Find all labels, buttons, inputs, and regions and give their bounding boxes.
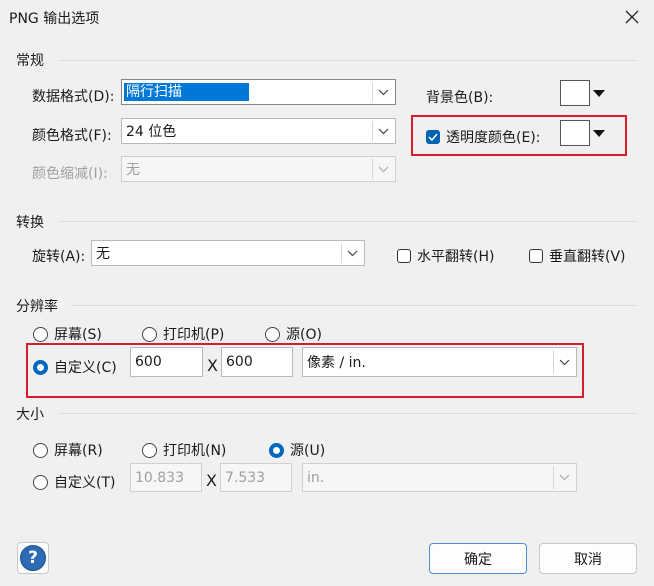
- divider: [58, 221, 638, 222]
- size-printer-radio[interactable]: [142, 442, 157, 458]
- size-custom-radio[interactable]: [33, 474, 48, 490]
- size-printer-option[interactable]: 打印机(N): [142, 440, 226, 460]
- section-size-title: 大小: [16, 407, 44, 423]
- dropdown-arrow-icon[interactable]: [590, 120, 608, 146]
- color-reduce-label: 颜色缩减(I):: [32, 166, 108, 182]
- rotate-value: 无: [96, 246, 110, 262]
- size-source-radio[interactable]: [269, 442, 284, 458]
- transparent-color-checkbox[interactable]: [426, 130, 440, 144]
- size-height-input[interactable]: 7.533: [220, 463, 292, 492]
- section-general-title: 常规: [16, 53, 44, 69]
- resolution-screen-label: 屏幕(S): [54, 327, 102, 343]
- background-color-picker[interactable]: [560, 80, 608, 106]
- close-button[interactable]: [620, 5, 644, 29]
- transparent-color-label: 透明度颜色(E):: [446, 130, 541, 146]
- resolution-x-separator: X: [207, 356, 218, 375]
- resolution-printer-option[interactable]: 打印机(P): [142, 324, 224, 344]
- size-unit-value: in.: [307, 469, 325, 486]
- resolution-unit-value: 像素 / in.: [307, 355, 366, 371]
- data-format-value: 隔行扫描: [124, 83, 249, 101]
- resolution-custom-option[interactable]: 自定义(C): [33, 357, 117, 377]
- chevron-down-icon: [553, 466, 575, 489]
- dropdown-arrow-icon[interactable]: [590, 80, 608, 106]
- resolution-screen-radio[interactable]: [33, 326, 48, 342]
- transparent-color-swatch[interactable]: [560, 120, 590, 146]
- close-icon: [625, 10, 639, 24]
- flip-horizontal-checkbox[interactable]: [397, 249, 411, 263]
- chevron-down-icon[interactable]: [553, 350, 575, 374]
- background-color-label: 背景色(B):: [426, 90, 494, 106]
- color-format-select[interactable]: 24 位色: [121, 118, 396, 144]
- ok-button[interactable]: 确定: [429, 543, 527, 574]
- size-source-option[interactable]: 源(U): [269, 440, 325, 460]
- size-x-separator: X: [206, 471, 217, 490]
- section-resolution-title: 分辨率: [16, 299, 58, 315]
- flip-vertical-checkbox[interactable]: [529, 249, 543, 263]
- background-color-swatch[interactable]: [560, 80, 590, 106]
- resolution-printer-label: 打印机(P): [163, 327, 225, 343]
- size-screen-label: 屏幕(R): [54, 443, 103, 459]
- flip-horizontal-label: 水平翻转(H): [417, 249, 495, 265]
- divider: [58, 60, 638, 61]
- resolution-custom-label: 自定义(C): [54, 360, 117, 376]
- color-format-label: 颜色格式(F):: [32, 128, 112, 144]
- chevron-down-icon[interactable]: [372, 121, 394, 141]
- transparent-color-option[interactable]: 透明度颜色(E):: [426, 127, 541, 147]
- resolution-custom-radio[interactable]: [33, 359, 48, 375]
- help-icon: ?: [20, 545, 46, 571]
- data-format-label: 数据格式(D):: [32, 89, 115, 105]
- size-width-input[interactable]: 10.833: [130, 463, 202, 492]
- color-reduce-select[interactable]: 无: [121, 156, 396, 182]
- size-custom-option[interactable]: 自定义(T): [33, 472, 115, 492]
- size-printer-label: 打印机(N): [163, 443, 227, 459]
- rotate-label: 旋转(A):: [32, 249, 86, 265]
- data-format-select[interactable]: 隔行扫描: [121, 79, 396, 105]
- chevron-down-icon: [372, 159, 394, 179]
- resolution-source-label: 源(O): [286, 327, 322, 343]
- resolution-unit-select[interactable]: 像素 / in.: [302, 347, 577, 377]
- section-transform-title: 转换: [16, 215, 44, 231]
- cancel-button[interactable]: 取消: [539, 543, 637, 574]
- size-screen-radio[interactable]: [33, 442, 48, 458]
- resolution-source-option[interactable]: 源(O): [265, 324, 322, 344]
- window-title: PNG 输出选项: [9, 11, 100, 27]
- color-reduce-value: 无: [126, 162, 140, 178]
- flip-vertical-label: 垂直翻转(V): [549, 249, 626, 265]
- transparent-color-picker[interactable]: [560, 120, 608, 146]
- check-icon: [428, 133, 438, 141]
- resolution-source-radio[interactable]: [265, 326, 280, 342]
- chevron-down-icon[interactable]: [341, 243, 363, 263]
- chevron-down-icon[interactable]: [372, 82, 394, 102]
- rotate-select[interactable]: 无: [91, 240, 365, 266]
- divider: [58, 413, 638, 414]
- flip-horizontal-option[interactable]: 水平翻转(H): [397, 246, 494, 266]
- help-button[interactable]: ?: [17, 542, 49, 574]
- resolution-width-input[interactable]: 600: [130, 347, 203, 377]
- size-screen-option[interactable]: 屏幕(R): [33, 440, 103, 460]
- color-format-value: 24 位色: [126, 124, 177, 140]
- size-custom-label: 自定义(T): [54, 475, 116, 491]
- resolution-height-input[interactable]: 600: [221, 347, 293, 377]
- divider: [72, 305, 638, 306]
- size-source-label: 源(U): [290, 443, 326, 459]
- size-unit-select[interactable]: in.: [302, 463, 577, 492]
- resolution-printer-radio[interactable]: [142, 326, 157, 342]
- resolution-screen-option[interactable]: 屏幕(S): [33, 324, 102, 344]
- flip-vertical-option[interactable]: 垂直翻转(V): [529, 246, 626, 266]
